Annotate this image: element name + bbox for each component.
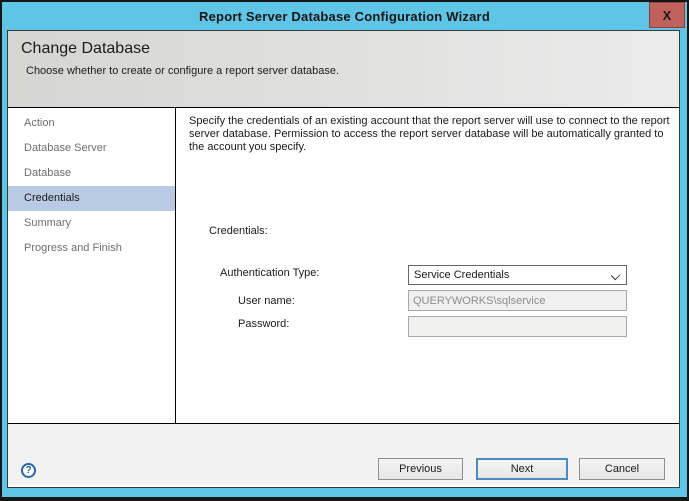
previous-button[interactable]: Previous <box>378 458 463 480</box>
sidebar-item-action[interactable]: Action <box>8 111 175 136</box>
close-icon: X <box>663 8 672 23</box>
chevron-down-icon <box>611 271 620 280</box>
authentication-type-value: Service Credentials <box>414 269 509 281</box>
credentials-panel: Specify the credentials of an existing a… <box>176 108 679 423</box>
page-subtitle: Choose whether to create or configure a … <box>26 65 679 77</box>
password-label: Password: <box>238 318 289 330</box>
help-glyph: ? <box>25 465 31 476</box>
authentication-type-select[interactable]: Service Credentials <box>408 265 627 285</box>
next-button[interactable]: Next <box>476 458 568 480</box>
panel-description: Specify the credentials of an existing a… <box>189 115 673 154</box>
window-title: Report Server Database Configuration Wiz… <box>199 9 490 24</box>
footer-bar: ? Previous Next Cancel <box>8 424 679 485</box>
close-button[interactable]: X <box>649 2 685 28</box>
cancel-button[interactable]: Cancel <box>579 458 665 480</box>
password-field[interactable] <box>408 316 627 337</box>
credentials-section-label: Credentials: <box>209 225 268 237</box>
page-header: Change Database Choose whether to create… <box>8 31 679 108</box>
sidebar-item-database[interactable]: Database <box>8 161 175 186</box>
sidebar-item-credentials[interactable]: Credentials <box>8 186 175 211</box>
authentication-type-label: Authentication Type: <box>220 267 319 279</box>
user-name-label: User name: <box>238 295 295 307</box>
sidebar-item-summary[interactable]: Summary <box>8 211 175 236</box>
sidebar-item-database-server[interactable]: Database Server <box>8 136 175 161</box>
dialog-body: Change Database Choose whether to create… <box>7 30 680 488</box>
page-title: Change Database <box>21 40 679 58</box>
wizard-window: Report Server Database Configuration Wiz… <box>0 0 689 501</box>
user-name-field[interactable] <box>408 290 627 311</box>
sidebar-item-progress-and-finish[interactable]: Progress and Finish <box>8 236 175 261</box>
content-area: Action Database Server Database Credenti… <box>8 108 679 424</box>
wizard-steps-sidebar: Action Database Server Database Credenti… <box>8 108 175 423</box>
titlebar[interactable]: Report Server Database Configuration Wiz… <box>0 2 689 30</box>
help-icon[interactable]: ? <box>21 463 36 478</box>
